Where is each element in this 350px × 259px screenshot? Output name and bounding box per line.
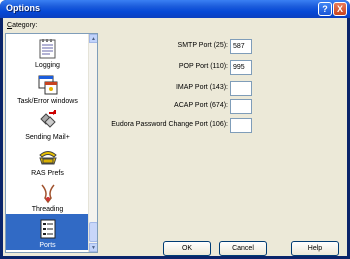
dialog-client-area: Category: Logging Task/Error windows Sen… xyxy=(3,18,347,256)
help-button[interactable]: Help xyxy=(291,241,339,256)
smtp-port-label: SMTP Port (25): xyxy=(177,42,228,49)
imap-port-label: IMAP Port (143): xyxy=(175,84,228,91)
options-window: Options ? X Category: Logging Task/Error… xyxy=(0,0,350,259)
task-window-icon xyxy=(38,75,57,95)
pop-port-input[interactable]: 995 xyxy=(230,60,252,75)
password-change-port-input[interactable] xyxy=(230,118,252,133)
category-list[interactable]: Logging Task/Error windows Sending Mail+… xyxy=(5,33,98,253)
category-item-ras-prefs[interactable]: RAS Prefs xyxy=(6,142,89,178)
acap-port-label: ACAP Port (674): xyxy=(174,102,228,109)
category-item-logging[interactable]: Logging xyxy=(6,34,89,70)
password-change-port-label: Eudora Password Change Port (106): xyxy=(111,121,228,128)
category-item-label: RAS Prefs xyxy=(31,170,64,177)
category-item-label: Task/Error windows xyxy=(17,98,78,105)
category-item-task-error-windows[interactable]: Task/Error windows xyxy=(6,70,89,106)
acap-port-input[interactable] xyxy=(230,99,252,114)
ports-icon xyxy=(40,219,55,239)
scroll-down-arrow-icon[interactable]: ▼ xyxy=(89,243,97,252)
scroll-thumb[interactable] xyxy=(89,222,97,242)
cancel-button[interactable]: Cancel xyxy=(219,241,267,256)
category-item-label: Logging xyxy=(35,62,60,69)
pop-port-label: POP Port (110): xyxy=(178,63,228,70)
category-item-threading[interactable]: Threading xyxy=(6,178,89,214)
ok-button[interactable]: OK xyxy=(163,241,211,256)
category-item-ports[interactable]: Ports xyxy=(6,214,89,250)
phone-icon xyxy=(38,151,57,165)
imap-port-input[interactable] xyxy=(230,81,252,96)
sending-mail-icon xyxy=(39,110,56,128)
category-label-rest: ategory: xyxy=(12,22,38,29)
close-button[interactable]: X xyxy=(333,2,347,16)
scroll-up-arrow-icon[interactable]: ▲ xyxy=(89,34,97,43)
logging-icon xyxy=(39,39,55,59)
category-item-label: Ports xyxy=(39,242,56,249)
category-item-sending-mail[interactable]: Sending Mail+ xyxy=(6,106,89,142)
help-titlebar-button[interactable]: ? xyxy=(318,2,332,16)
window-title: Options xyxy=(6,3,40,13)
category-item-label: Sending Mail+ xyxy=(25,134,70,141)
threading-icon xyxy=(40,184,55,204)
category-label: Category: xyxy=(7,22,37,29)
title-bar[interactable]: Options ? X xyxy=(0,0,350,18)
category-item-label: Threading xyxy=(31,206,64,213)
category-scrollbar[interactable]: ▲ ▼ xyxy=(88,34,97,252)
smtp-port-input[interactable]: 587 xyxy=(230,39,252,54)
